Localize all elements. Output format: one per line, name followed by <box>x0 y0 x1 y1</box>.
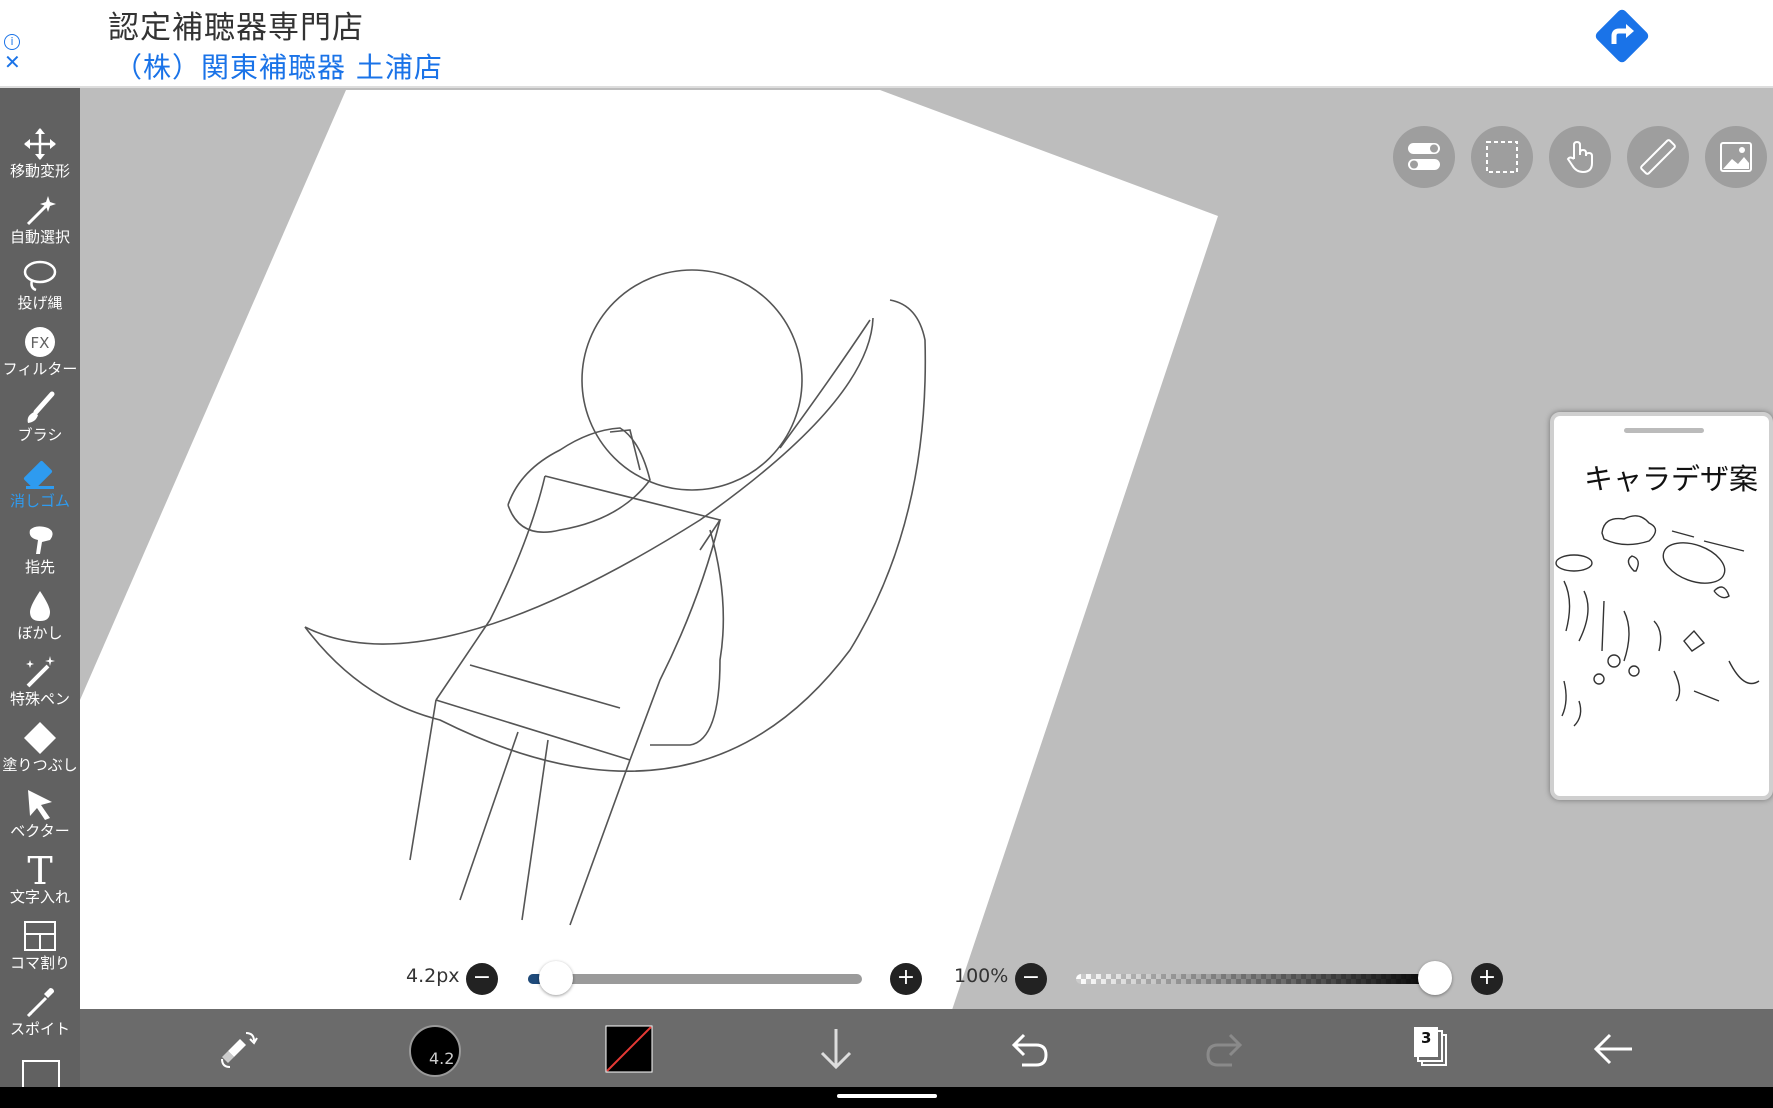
tool-label: 塗りつぶし <box>2 756 78 774</box>
color-swatch-icon[interactable] <box>601 1021 657 1077</box>
brush-preview-button[interactable]: 4.2 <box>409 1025 461 1077</box>
opacity-handle[interactable] <box>1418 961 1452 995</box>
tool-label: スポイト <box>9 1020 70 1038</box>
ruler-button[interactable] <box>1627 126 1689 188</box>
brush-icon <box>27 391 55 423</box>
tool-label: ぼかし <box>17 624 63 642</box>
tool-vector[interactable]: ベクター <box>0 784 80 850</box>
tool-label: 投げ縄 <box>17 294 63 312</box>
fx-icon: FX <box>25 327 55 357</box>
system-nav-bar <box>0 1087 1773 1108</box>
brush-size-decrease-button[interactable]: − <box>466 963 498 995</box>
tool-sidebar: 移動変形自動選択投げ縄 FX フィルターブラシ消しゴム指先ぼかし特殊ペン塗りつぶしベ… <box>0 88 80 1088</box>
tool-eraser[interactable]: 消しゴム <box>0 454 80 520</box>
move-icon <box>24 128 56 160</box>
tool-label: 文字入れ <box>9 888 70 906</box>
image-button[interactable] <box>1705 126 1767 188</box>
arrow-down-icon[interactable] <box>808 1021 864 1077</box>
tool-label: 指先 <box>24 558 55 576</box>
panel-grab-handle[interactable] <box>1624 428 1704 433</box>
layers-button[interactable]: 3 <box>1400 1021 1456 1077</box>
tool-label: 自動選択 <box>9 228 70 246</box>
tool-label: ブラシ <box>17 426 63 444</box>
canvas-tool-icon[interactable] <box>22 1060 60 1088</box>
directions-icon[interactable] <box>1590 4 1654 68</box>
tool-label: 消しゴム <box>9 492 70 510</box>
image-icon <box>1720 142 1752 172</box>
canvas-area[interactable] <box>80 88 1773 1009</box>
redo-icon[interactable] <box>1198 1021 1254 1077</box>
finger-icon <box>29 526 53 554</box>
opacity-label: 100% <box>954 965 1009 987</box>
bottom-toolbar: 4.2 3 <box>80 1009 1773 1087</box>
fill-bucket-icon <box>24 722 56 754</box>
svg-text:FX: FX <box>31 334 50 352</box>
tool-fx[interactable]: FX フィルター <box>0 322 80 388</box>
brush-preview-value: 4.2 <box>429 1049 455 1068</box>
brush-size-label: 4.2px <box>406 965 460 987</box>
ad-title[interactable]: 認定補聴器専門店 <box>108 2 364 47</box>
svg-text:T: T <box>27 852 52 888</box>
eyedropper-icon <box>26 988 54 1018</box>
opacity-decrease-button[interactable]: − <box>1015 963 1047 995</box>
toggle-icon <box>1408 143 1440 170</box>
tool-frame-divider[interactable]: コマ割り <box>0 916 80 982</box>
home-indicator[interactable] <box>837 1094 937 1098</box>
tool-lasso[interactable]: 投げ縄 <box>0 256 80 322</box>
tool-special-pen[interactable]: 特殊ペン <box>0 652 80 718</box>
close-icon[interactable]: ✕ <box>4 52 21 72</box>
eraser-icon <box>23 460 54 490</box>
tool-label: フィルター <box>2 360 78 378</box>
layers-count: 3 <box>1421 1029 1432 1047</box>
tool-fill-bucket[interactable]: 塗りつぶし <box>0 718 80 784</box>
tool-text[interactable]: T 文字入れ <box>0 850 80 916</box>
brush-size-handle[interactable] <box>538 961 573 995</box>
tool-finger[interactable]: 指先 <box>0 520 80 586</box>
undo-icon[interactable] <box>1000 1021 1056 1077</box>
tool-blur-drop[interactable]: ぼかし <box>0 586 80 652</box>
opacity-slider[interactable] <box>1076 974 1438 984</box>
tool-brush[interactable]: ブラシ <box>0 388 80 454</box>
hand-button[interactable] <box>1549 126 1611 188</box>
info-icon[interactable]: i <box>4 34 20 50</box>
ruler-icon <box>1640 139 1676 175</box>
magic-wand-icon <box>26 196 56 226</box>
text-icon: T <box>27 852 52 888</box>
hand-icon <box>1566 140 1593 174</box>
selection-button[interactable] <box>1471 126 1533 188</box>
vector-icon <box>28 790 52 820</box>
reference-panel[interactable]: キャラデザ案 <box>1550 412 1773 800</box>
tool-label: ベクター <box>10 822 70 840</box>
brush-size-slider[interactable] <box>528 974 862 984</box>
tool-label: コマ割り <box>9 954 70 972</box>
toggle-button[interactable] <box>1393 126 1455 188</box>
frame-divider-icon <box>24 921 56 951</box>
lasso-icon <box>23 260 57 292</box>
selection-icon <box>1486 141 1518 173</box>
tool-label: 特殊ペン <box>9 690 70 708</box>
reference-sketch <box>1555 515 1760 727</box>
opacity-increase-button[interactable]: + <box>1471 963 1503 995</box>
tool-move[interactable]: 移動変形 <box>0 124 80 190</box>
tool-eyedropper[interactable]: スポイト <box>0 982 80 1048</box>
tool-label: 移動変形 <box>9 162 70 180</box>
back-arrow-icon[interactable] <box>1586 1021 1642 1077</box>
brush-size-increase-button[interactable]: + <box>890 963 922 995</box>
reference-title: キャラデザ案 <box>1584 462 1759 496</box>
ad-banner[interactable]: i ✕ 認定補聴器専門店 （株）関東補聴器 土浦店 <box>0 0 1773 88</box>
special-pen-icon <box>26 656 55 688</box>
paper-sheet <box>80 90 1218 1009</box>
ad-subtitle[interactable]: （株）関東補聴器 土浦店 <box>114 46 443 86</box>
drawing-canvas[interactable] <box>80 88 1773 1009</box>
swap-tool-icon[interactable] <box>210 1021 266 1077</box>
tool-magic-wand[interactable]: 自動選択 <box>0 190 80 256</box>
blur-drop-icon <box>30 591 50 621</box>
